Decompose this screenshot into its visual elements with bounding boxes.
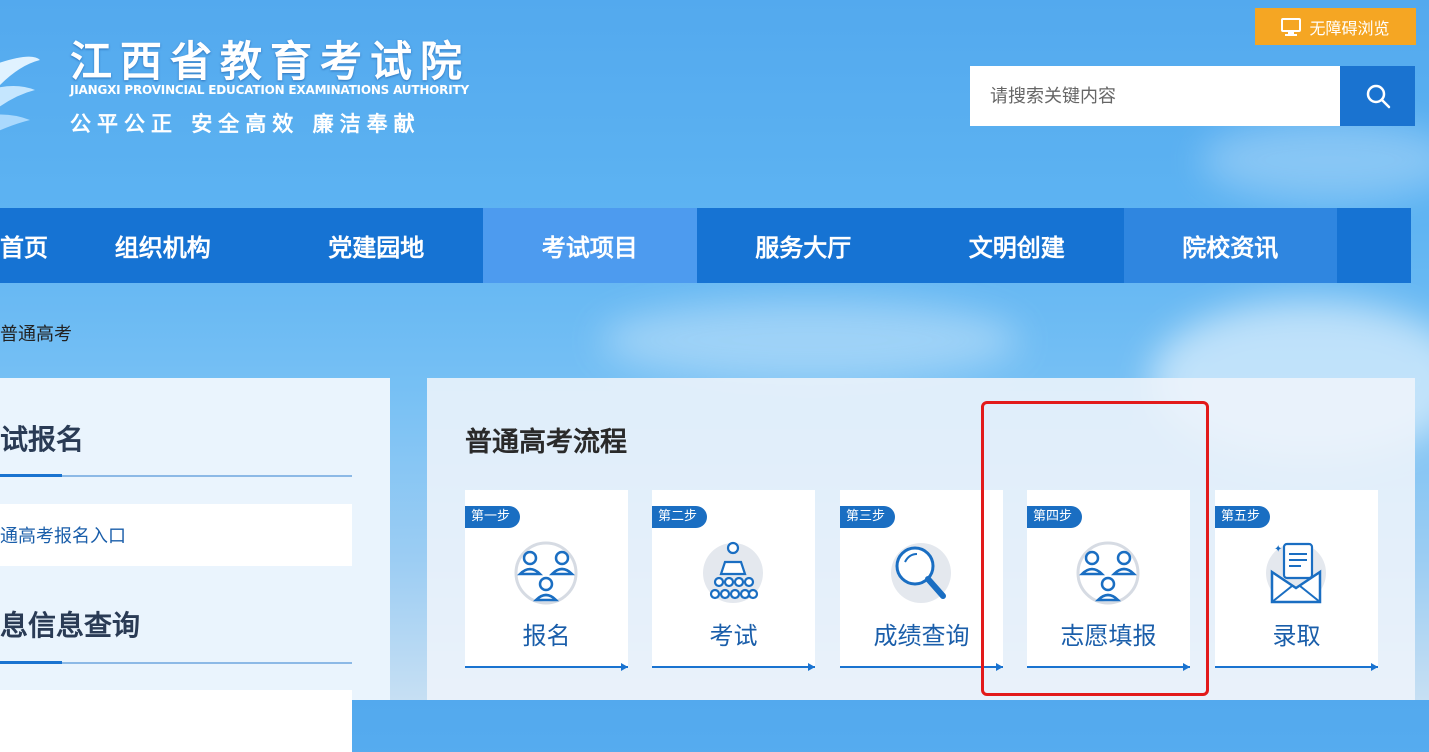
nav-item-colleges[interactable]: 院校资讯 [1123,208,1337,283]
sidebar-divider [0,661,352,664]
step-card-application[interactable]: 第四步 志愿填报 [1027,490,1190,671]
sidebar-section-title: 试报名 [0,423,85,456]
search-icon [1366,84,1390,109]
magnifier-icon [891,543,951,603]
step-underline [465,663,628,671]
site-title: 江西省教育考试院 [70,37,471,86]
search-input[interactable] [970,66,1340,126]
people-icon [1076,541,1140,605]
step-badge: 第四步 [1027,506,1083,528]
sidebar: 试报名 通高考报名入口 息信息查询 [0,378,390,752]
site-motto: 公平公正 安全高效 廉洁奉献 [70,112,421,136]
step-badge: 第三步 [840,506,896,528]
step-underline [1215,663,1378,671]
main-nav: 首页 组织机构 党建园地 考试项目 服务大厅 文明创建 院校资讯 [0,208,1411,283]
sidebar-divider [0,474,352,477]
nav-item-party[interactable]: 党建园地 [270,208,484,283]
nav-item-services[interactable]: 服务大厅 [697,208,911,283]
step-card-score-query[interactable]: 第三步 成绩查询 [840,490,1003,671]
monitor-icon [1281,17,1302,36]
exam-hall-icon [703,541,763,603]
sidebar-link-registration[interactable]: 通高考报名入口 [0,504,352,566]
nav-item-organization[interactable]: 组织机构 [56,208,270,283]
logo-icon [0,56,40,131]
accessibility-button[interactable]: 无障碍浏览 [1255,8,1416,45]
breadcrumb: 普通高考 [0,324,72,345]
search-box [970,66,1415,126]
accessibility-label: 无障碍浏览 [1309,18,1390,38]
step-card-admission[interactable]: 第五步 ✦ 录取 [1215,490,1378,671]
nav-item-civilization[interactable]: 文明创建 [910,208,1124,283]
process-panel: 普通高考流程 第一步 报名 第二步 考试 第三步 成绩查询 第四步 志愿填报 第… [427,378,1415,700]
step-label: 考试 [709,622,758,650]
process-title: 普通高考流程 [465,427,627,458]
step-label: 录取 [1272,622,1321,650]
nav-item-exams[interactable]: 考试项目 [483,208,697,283]
bg-cloud [600,300,1020,380]
step-badge: 第二步 [652,506,708,528]
step-underline [1027,663,1190,671]
nav-item-home[interactable]: 首页 [0,208,56,283]
step-label: 志愿填报 [1060,622,1157,650]
step-label: 成绩查询 [873,622,970,650]
step-underline [840,663,1003,671]
step-badge: 第一步 [465,506,521,528]
step-label: 报名 [522,622,571,650]
step-card-registration[interactable]: 第一步 报名 [465,490,628,671]
envelope-letter-icon: ✦ [1266,542,1326,604]
site-title-en: JIANGXI PROVINCIAL EDUCATION EXAMINATION… [70,83,469,97]
step-badge: 第五步 [1215,506,1271,528]
sidebar-section-title: 息信息查询 [0,609,141,642]
step-underline [652,663,815,671]
people-icon [514,541,578,605]
step-card-exam[interactable]: 第二步 考试 [652,490,815,671]
sidebar-link[interactable] [0,690,352,752]
search-button[interactable] [1340,66,1415,126]
bg-cloud [1200,120,1429,200]
svg-text:✦: ✦ [1274,544,1282,555]
